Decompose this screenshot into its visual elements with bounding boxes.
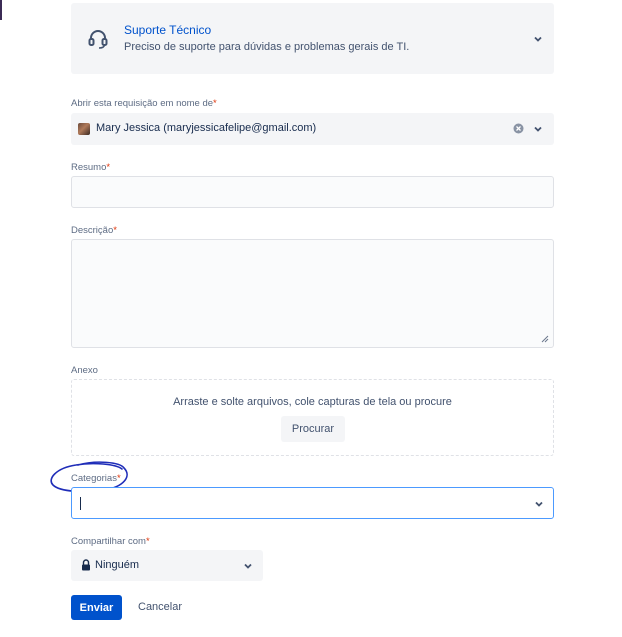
required-marker: *	[113, 225, 117, 236]
dropzone-text: Arraste e solte arquivos, cole capturas …	[173, 396, 452, 408]
summary-label-text: Resumo	[71, 162, 107, 173]
description-label: Descrição*	[71, 225, 117, 236]
lock-icon	[82, 559, 90, 571]
attachment-dropzone[interactable]: Arraste e solte arquivos, cole capturas …	[71, 379, 554, 456]
share-select[interactable]: Ninguém	[71, 550, 263, 581]
summary-input[interactable]	[71, 176, 554, 208]
summary-label: Resumo*	[71, 162, 110, 173]
avatar	[78, 123, 90, 135]
on-behalf-select[interactable]: Mary Jessica (maryjessicafelipe@gmail.co…	[71, 113, 554, 145]
share-label: Compartilhar com*	[71, 536, 150, 547]
on-behalf-label: Abrir esta requisição em nome de*	[71, 98, 217, 109]
share-value: Ninguém	[95, 559, 140, 571]
attachment-label: Anexo	[71, 365, 98, 376]
chevron-down-icon[interactable]	[242, 560, 254, 572]
request-type-card[interactable]: Suporte Técnico Preciso de suporte para …	[71, 3, 554, 74]
required-marker: *	[145, 536, 150, 547]
on-behalf-label-text: Abrir esta requisição em nome de	[71, 98, 214, 109]
window-edge	[0, 0, 2, 20]
request-type-title: Suporte Técnico	[124, 23, 212, 37]
request-type-description: Preciso de suporte para dúvidas e proble…	[124, 41, 410, 53]
headset-icon	[88, 30, 108, 49]
description-label-text: Descrição	[71, 225, 114, 236]
chevron-down-icon[interactable]	[532, 33, 544, 45]
submit-button[interactable]: Enviar	[71, 595, 122, 620]
resize-grip-icon[interactable]	[541, 335, 549, 343]
clear-icon[interactable]	[513, 123, 524, 134]
chevron-down-icon[interactable]	[533, 498, 545, 510]
share-label-text: Compartilhar com	[71, 536, 146, 547]
text-cursor	[80, 497, 81, 510]
on-behalf-value: Mary Jessica (maryjessicafelipe@gmail.co…	[96, 122, 317, 134]
categories-select[interactable]	[71, 487, 554, 519]
cancel-button[interactable]: Cancelar	[138, 601, 182, 613]
description-textarea[interactable]	[71, 239, 554, 348]
chevron-down-icon[interactable]	[532, 123, 544, 135]
required-marker: *	[106, 162, 111, 173]
browse-button[interactable]: Procurar	[281, 416, 345, 442]
required-marker: *	[213, 98, 217, 109]
